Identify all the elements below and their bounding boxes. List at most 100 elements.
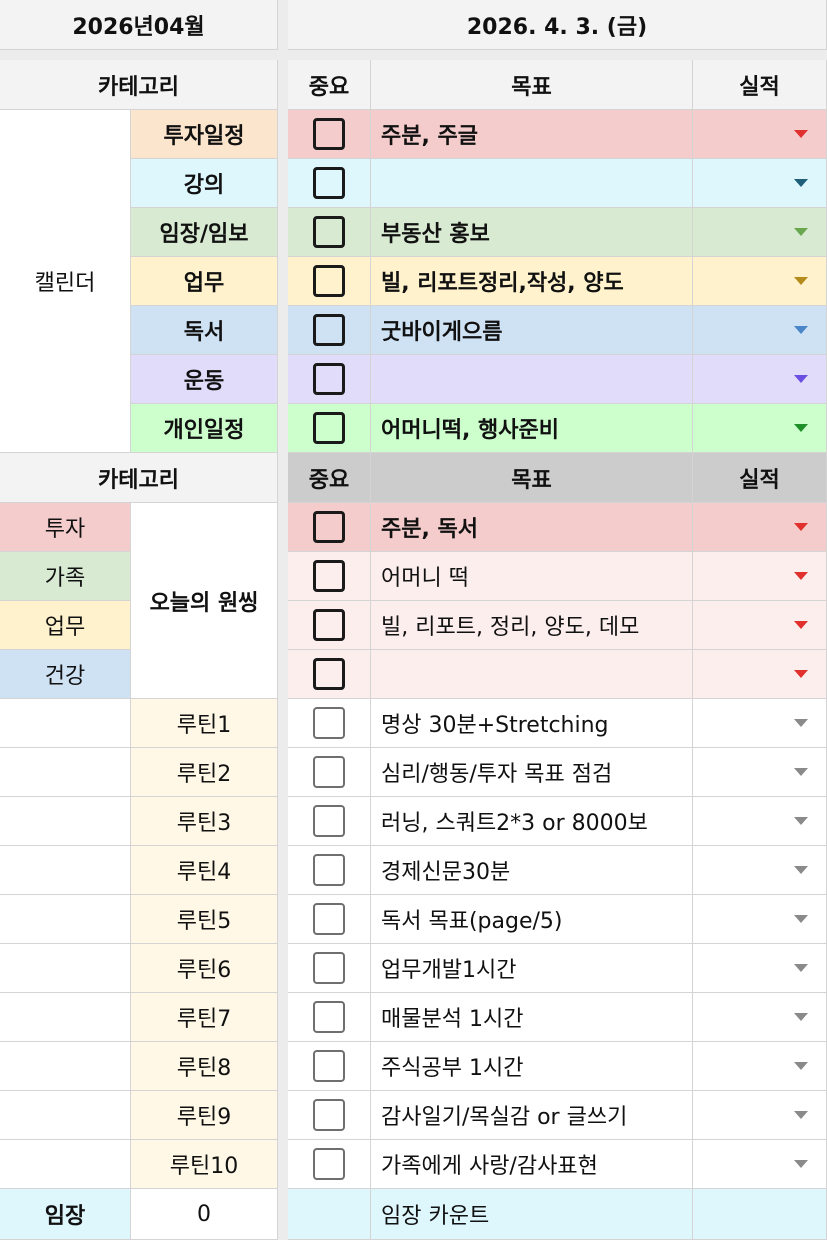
wishing-result-cell[interactable] (693, 650, 827, 699)
routine-result-cell[interactable] (693, 1091, 827, 1140)
calendar-result-cell[interactable] (693, 159, 827, 208)
calendar-goal[interactable] (371, 355, 693, 404)
routine-goal[interactable]: 주식공부 1시간 (371, 1042, 693, 1091)
calendar-important-cell[interactable] (288, 355, 371, 404)
routine-goal[interactable]: 심리/행동/투자 목표 점검 (371, 748, 693, 797)
routine-goal[interactable]: 러닝, 스쿼트2*3 or 8000보 (371, 797, 693, 846)
routine-important-cell[interactable] (288, 944, 371, 993)
routine-result-cell[interactable] (693, 846, 827, 895)
dropdown-arrow-icon[interactable] (794, 375, 808, 383)
routine-important-cell[interactable] (288, 797, 371, 846)
routine-important-cell[interactable] (288, 699, 371, 748)
calendar-result-cell[interactable] (693, 355, 827, 404)
wishing-result-cell[interactable] (693, 503, 827, 552)
checkbox[interactable] (313, 658, 345, 690)
wishing-important-cell[interactable] (288, 552, 371, 601)
checkbox[interactable] (313, 216, 345, 248)
calendar-goal[interactable]: 빌, 리포트정리,작성, 양도 (371, 257, 693, 306)
routine-goal[interactable]: 경제신문30분 (371, 846, 693, 895)
routine-important-cell[interactable] (288, 895, 371, 944)
wishing-result-cell[interactable] (693, 601, 827, 650)
dropdown-arrow-icon[interactable] (794, 179, 808, 187)
routine-result-cell[interactable] (693, 1140, 827, 1189)
wishing-goal[interactable]: 빌, 리포트, 정리, 양도, 데모 (371, 601, 693, 650)
wishing-important-cell[interactable] (288, 601, 371, 650)
calendar-important-cell[interactable] (288, 208, 371, 257)
calendar-goal[interactable]: 어머니떡, 행사준비 (371, 404, 693, 453)
calendar-important-cell[interactable] (288, 306, 371, 355)
calendar-important-cell[interactable] (288, 404, 371, 453)
checkbox[interactable] (313, 314, 345, 346)
routine-result-cell[interactable] (693, 699, 827, 748)
dropdown-arrow-icon[interactable] (794, 719, 808, 727)
wishing-goal[interactable] (371, 650, 693, 699)
wishing-important-cell[interactable] (288, 650, 371, 699)
checkbox[interactable] (313, 854, 345, 886)
checkbox[interactable] (313, 1050, 345, 1082)
routine-result-cell[interactable] (693, 748, 827, 797)
routine-goal[interactable]: 명상 30분+Stretching (371, 699, 693, 748)
wishing-goal[interactable]: 어머니 떡 (371, 552, 693, 601)
routine-goal[interactable]: 가족에게 사랑/감사표현 (371, 1140, 693, 1189)
calendar-goal[interactable]: 굿바이게으름 (371, 306, 693, 355)
dropdown-arrow-icon[interactable] (794, 228, 808, 236)
routine-goal[interactable]: 감사일기/목실감 or 글쓰기 (371, 1091, 693, 1140)
routine-result-cell[interactable] (693, 1042, 827, 1091)
calendar-result-cell[interactable] (693, 404, 827, 453)
calendar-goal[interactable] (371, 159, 693, 208)
checkbox[interactable] (313, 363, 345, 395)
checkbox[interactable] (313, 560, 345, 592)
calendar-important-cell[interactable] (288, 110, 371, 159)
calendar-goal[interactable]: 부동산 홍보 (371, 208, 693, 257)
checkbox[interactable] (313, 609, 345, 641)
calendar-result-cell[interactable] (693, 306, 827, 355)
calendar-important-cell[interactable] (288, 159, 371, 208)
checkbox[interactable] (313, 167, 345, 199)
dropdown-arrow-icon[interactable] (794, 964, 808, 972)
checkbox[interactable] (313, 1099, 345, 1131)
dropdown-arrow-icon[interactable] (794, 1013, 808, 1021)
calendar-important-cell[interactable] (288, 257, 371, 306)
routine-goal[interactable]: 매물분석 1시간 (371, 993, 693, 1042)
dropdown-arrow-icon[interactable] (794, 670, 808, 678)
checkbox[interactable] (313, 412, 345, 444)
routine-result-cell[interactable] (693, 797, 827, 846)
dropdown-arrow-icon[interactable] (794, 866, 808, 874)
routine-goal[interactable]: 업무개발1시간 (371, 944, 693, 993)
dropdown-arrow-icon[interactable] (794, 1062, 808, 1070)
calendar-result-cell[interactable] (693, 208, 827, 257)
dropdown-arrow-icon[interactable] (794, 523, 808, 531)
checkbox[interactable] (313, 511, 345, 543)
dropdown-arrow-icon[interactable] (794, 1111, 808, 1119)
routine-result-cell[interactable] (693, 944, 827, 993)
checkbox[interactable] (313, 265, 345, 297)
dropdown-arrow-icon[interactable] (794, 130, 808, 138)
dropdown-arrow-icon[interactable] (794, 572, 808, 580)
routine-important-cell[interactable] (288, 1042, 371, 1091)
checkbox[interactable] (313, 756, 345, 788)
calendar-result-cell[interactable] (693, 257, 827, 306)
checkbox[interactable] (313, 805, 345, 837)
checkbox[interactable] (313, 1001, 345, 1033)
dropdown-arrow-icon[interactable] (794, 1160, 808, 1168)
calendar-goal[interactable]: 주분, 주글 (371, 110, 693, 159)
dropdown-arrow-icon[interactable] (794, 915, 808, 923)
checkbox[interactable] (313, 1148, 345, 1180)
checkbox[interactable] (313, 118, 345, 150)
routine-goal[interactable]: 독서 목표(page/5) (371, 895, 693, 944)
routine-important-cell[interactable] (288, 1091, 371, 1140)
dropdown-arrow-icon[interactable] (794, 768, 808, 776)
dropdown-arrow-icon[interactable] (794, 326, 808, 334)
checkbox[interactable] (313, 903, 345, 935)
dropdown-arrow-icon[interactable] (794, 424, 808, 432)
dropdown-arrow-icon[interactable] (794, 817, 808, 825)
routine-important-cell[interactable] (288, 748, 371, 797)
routine-result-cell[interactable] (693, 895, 827, 944)
wishing-goal[interactable]: 주분, 독서 (371, 503, 693, 552)
routine-important-cell[interactable] (288, 993, 371, 1042)
dropdown-arrow-icon[interactable] (794, 621, 808, 629)
wishing-important-cell[interactable] (288, 503, 371, 552)
routine-important-cell[interactable] (288, 846, 371, 895)
checkbox[interactable] (313, 707, 345, 739)
wishing-result-cell[interactable] (693, 552, 827, 601)
